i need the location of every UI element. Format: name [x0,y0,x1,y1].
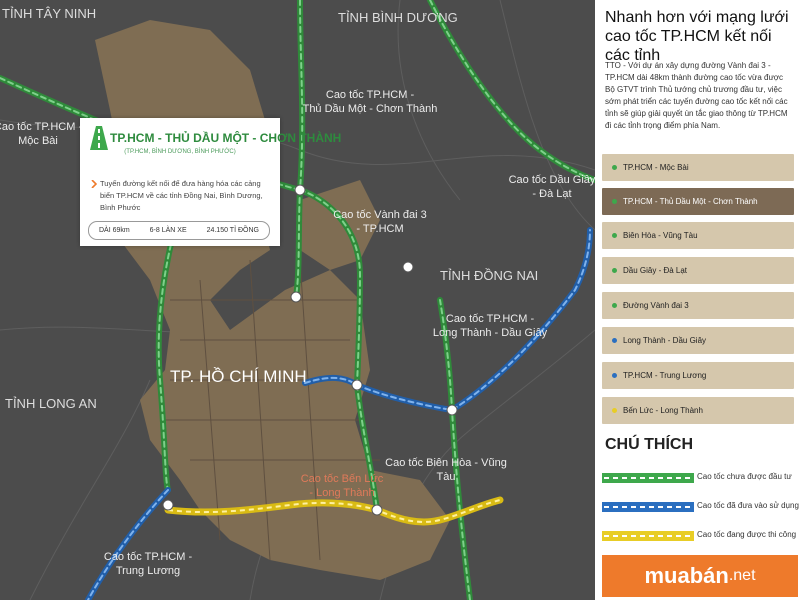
route-label: Dầu Giây - Đà Lạt [623,266,688,275]
status-dot [612,165,617,170]
route-button-dau-giay-da-lat[interactable]: Dầu Giây - Đà Lạt [602,257,794,284]
junction-marker [294,184,306,196]
route-info-box: TP.HCM - THỦ DẦU MỘT - CHƠN THÀNH (TP.HC… [80,118,341,246]
route-label: TP.HCM - Thủ Dầu Một - Chơn Thành [623,197,758,206]
info-box-title: TP.HCM - THỦ DẦU MỘT - CHƠN THÀNH [110,131,342,145]
route-label: TP.HCM - Mộc Bài [623,163,689,172]
junction-marker [446,404,458,416]
stat-cost: 24.150 TỈ ĐỒNG [206,227,259,234]
info-box-subtitle: (TP.HCM, BÌNH DƯƠNG, BÌNH PHƯỚC) [124,149,236,155]
legend-item-construction: Cao tốc đang được thi công [602,526,800,546]
junction-marker [290,291,302,303]
route-button-long-thanh-dau-giay[interactable]: Long Thành - Dầu Giây [602,327,794,354]
route-label: TP.HCM - Trung Lương [623,371,707,380]
status-dot [612,268,617,273]
city-label-hcm: TP. HỒ CHÍ MINH [170,367,307,386]
logo-suffix: .net [728,567,756,584]
legend-label: Cao tốc đã đưa vào sử dụng [697,501,799,510]
muaban-logo[interactable]: muabán .net [602,555,798,597]
road-icon [90,126,108,150]
panel-description: TTO - Với dự án xây dựng đường Vành đai … [605,61,788,130]
legend-label: Cao tốc chưa được đầu tư [697,472,792,481]
legend-swatch-yellow [602,531,694,541]
stat-length: DÀI 69km [98,227,130,234]
legend-item-operating: Cao tốc đã đưa vào sử dụng [602,497,800,517]
route-label: Biên Hòa - Vũng Tàu [623,231,698,240]
legend-title: CHÚ THÍCH [605,436,693,453]
status-dot [612,373,617,378]
province-label-binh-duong: TỈNH BÌNH DƯƠNG [338,10,458,25]
status-dot [612,338,617,343]
info-box-stats: DÀI 69km 6-8 LÀN XE 24.150 TỈ ĐỒNG [88,221,270,240]
expressway-map: TỈNH TÂY NINH TỈNH BÌNH DƯƠNG TỈNH ĐỒNG … [0,0,595,600]
stat-lanes: 6-8 LÀN XE [149,227,187,234]
route-button-trung-luong[interactable]: TP.HCM - Trung Lương [602,362,794,389]
route-button-vanh-dai-3[interactable]: Đường Vành đai 3 [602,292,794,319]
route-label: Đường Vành đai 3 [623,301,689,310]
legend-item-planned: Cao tốc chưa được đầu tư [602,468,800,488]
route-label: Bến Lức - Long Thành [623,406,703,415]
route-button-moc-bai[interactable]: TP.HCM - Mộc Bài [602,154,794,181]
legend-swatch-blue [602,502,694,512]
junction-marker [402,261,414,273]
chevron-right-icon [91,180,97,188]
panel-title: Nhanh hơn với mạng lưới cao tốc TP.HCM k… [605,9,789,64]
logo-main: muabán [644,563,729,588]
status-dot [612,408,617,413]
province-label-dong-nai: TỈNH ĐỒNG NAI [440,268,538,283]
junction-marker [371,504,383,516]
route-button-chon-thanh[interactable]: TP.HCM - Thủ Dầu Một - Chơn Thành [602,188,794,215]
status-dot [612,199,617,204]
junction-marker [162,499,174,511]
junction-marker [351,379,363,391]
province-label-tay-ninh: TỈNH TÂY NINH [2,6,96,21]
province-label-long-an: TỈNH LONG AN [5,396,97,411]
status-dot [612,233,617,238]
status-dot [612,303,617,308]
route-button-ben-luc-long-thanh[interactable]: Bến Lức - Long Thành [602,397,794,424]
route-label: Long Thành - Dầu Giây [623,336,707,345]
route-button-bien-hoa-vung-tau[interactable]: Biên Hòa - Vũng Tàu [602,222,794,249]
legend-label: Cao tốc đang được thi công [697,530,797,539]
info-box-description: Tuyến đường kết nối để đưa hàng hóa các … [100,179,263,212]
legend-swatch-green [602,473,694,483]
